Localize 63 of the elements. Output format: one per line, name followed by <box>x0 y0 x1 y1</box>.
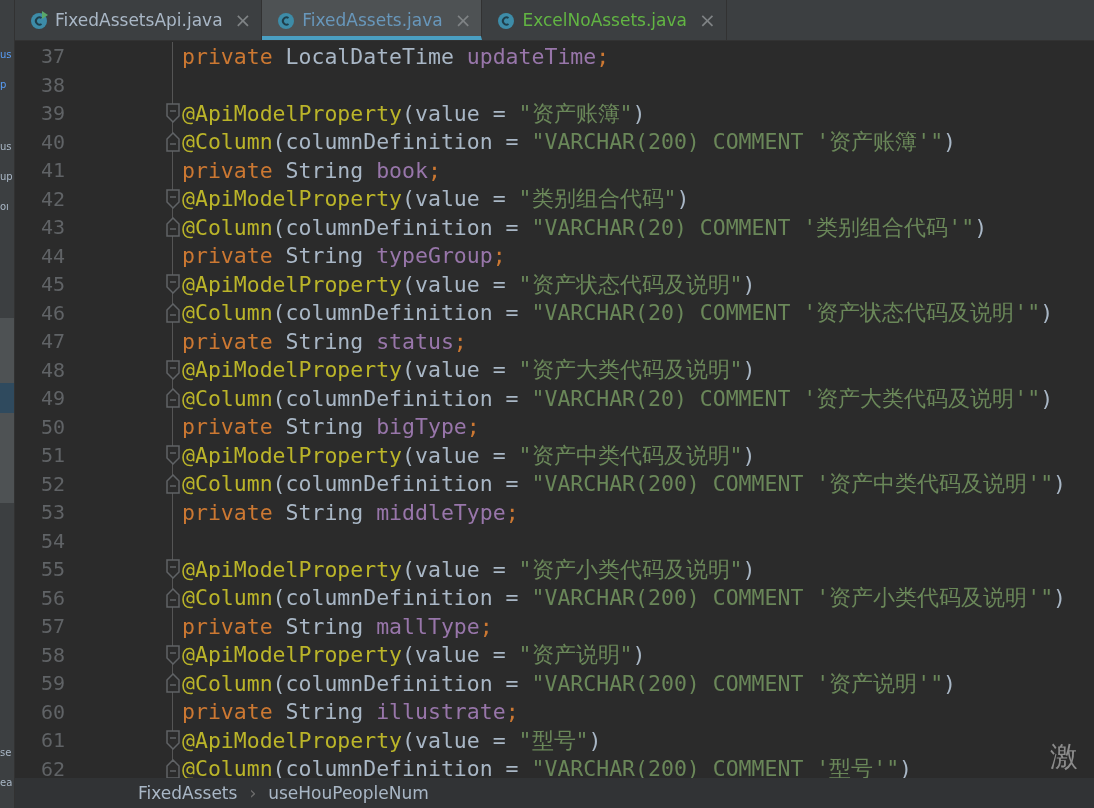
line-number: 43 <box>39 215 65 240</box>
project-item[interactable]: us <box>0 136 14 158</box>
code-line: @ApiModelProperty(value = "资产账簿") <box>182 99 646 128</box>
code-line: private String middleType; <box>182 499 519 525</box>
line-number: 58 <box>39 642 65 667</box>
line-number: 55 <box>39 557 65 582</box>
activation-notice: 激 <box>1050 739 1078 775</box>
project-item[interactable]: p <box>0 74 14 96</box>
line-number: 49 <box>39 386 65 411</box>
line-number: 39 <box>39 101 65 126</box>
line-number: 62 <box>39 756 65 781</box>
code-line: private String typeGroup; <box>182 243 506 269</box>
breadcrumb-separator: › <box>249 783 257 803</box>
line-number: 51 <box>39 443 65 468</box>
close-icon[interactable]: × <box>699 8 716 32</box>
code-line: @Column(columnDefinition = "VARCHAR(200) COMMENT '资产说明'") <box>182 669 957 698</box>
line-number: 41 <box>39 158 65 183</box>
line-number: 45 <box>39 272 65 297</box>
line-number: 48 <box>39 357 65 382</box>
code-line: private String book; <box>182 157 441 183</box>
line-number: 60 <box>39 699 65 724</box>
code-line: private String mallType; <box>182 613 493 639</box>
project-item[interactable]: us <box>0 44 14 66</box>
code-line: private String status; <box>182 328 467 354</box>
breadcrumb-item[interactable]: useHouPeopleNum <box>268 783 429 803</box>
line-number: 57 <box>39 614 65 639</box>
code-line: private LocalDateTime updateTime; <box>182 43 610 69</box>
code-line: @Column(columnDefinition = "VARCHAR(200) COMMENT '资产账簿'") <box>182 128 957 157</box>
line-number: 56 <box>39 585 65 610</box>
line-number: 54 <box>39 528 65 553</box>
code-line: @Column(columnDefinition = "VARCHAR(20) COMMENT '资产大类代码及说明'") <box>182 384 1054 413</box>
code-line: @Column(columnDefinition = "VARCHAR(20) COMMENT '类别组合代码'") <box>182 213 988 242</box>
code-line: @ApiModelProperty(value = "资产说明") <box>182 641 646 670</box>
code-line: private String bigType; <box>182 414 480 440</box>
project-item[interactable]: oı <box>0 196 14 218</box>
project-item[interactable]: ea <box>0 772 14 794</box>
code-line: private String illustrate; <box>182 699 519 725</box>
code-line: @ApiModelProperty(value = "类别组合代码") <box>182 185 690 214</box>
code-line: @Column(columnDefinition = "VARCHAR(200) COMMENT '资产中类代码及说明'") <box>182 470 1067 499</box>
line-number: 38 <box>39 72 65 97</box>
line-number: 53 <box>39 500 65 525</box>
line-number: 37 <box>39 44 65 69</box>
line-number: 40 <box>39 129 65 154</box>
code-line: @ApiModelProperty(value = "型号") <box>182 726 602 755</box>
code-line: @ApiModelProperty(value = "资产中类代码及说明") <box>182 441 756 470</box>
editor-tab[interactable]: ExcelNoAssets.java × <box>482 0 727 40</box>
line-number: 61 <box>39 728 65 753</box>
line-number: 44 <box>39 243 65 268</box>
breadcrumb-item[interactable]: FixedAssets <box>138 783 238 803</box>
code-line: @ApiModelProperty(value = "资产大类代码及说明") <box>182 356 756 385</box>
line-number: 47 <box>39 329 65 354</box>
code-line: @Column(columnDefinition = "VARCHAR(20) COMMENT '资产状态代码及说明'") <box>182 299 1054 328</box>
line-number: 50 <box>39 414 65 439</box>
project-item[interactable]: se <box>0 742 14 764</box>
line-number: 46 <box>39 300 65 325</box>
line-number: 59 <box>39 671 65 696</box>
code-line: @ApiModelProperty(value = "资产状态代码及说明") <box>182 270 756 299</box>
line-number: 52 <box>39 471 65 496</box>
code-line: @Column(columnDefinition = "VARCHAR(200) COMMENT '资产小类代码及说明'") <box>182 584 1067 613</box>
line-number: 42 <box>39 186 65 211</box>
code-line: @ApiModelProperty(value = "资产小类代码及说明") <box>182 555 756 584</box>
project-item[interactable]: up <box>0 166 14 188</box>
close-icon[interactable]: × <box>234 8 252 32</box>
